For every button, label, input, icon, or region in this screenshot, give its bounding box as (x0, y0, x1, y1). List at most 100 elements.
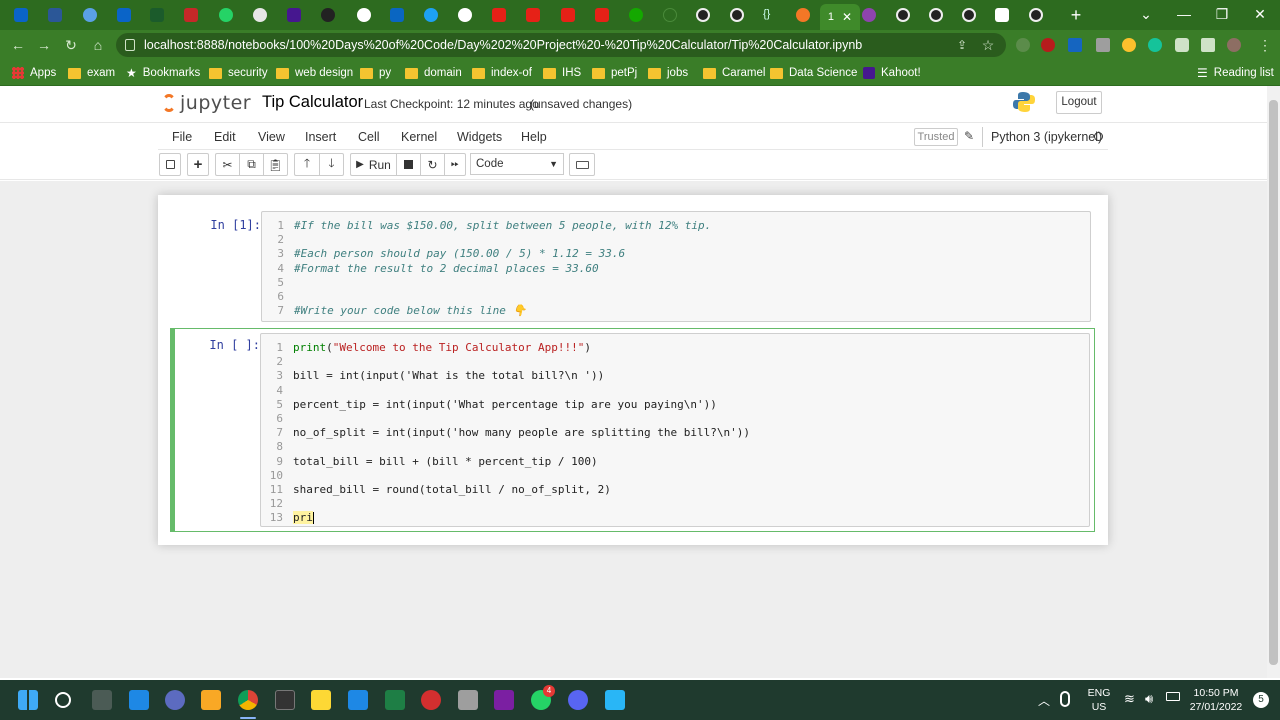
bookmark-caramel[interactable]: Caramel (703, 65, 765, 81)
tab-github[interactable] (315, 4, 341, 26)
media-player-icon[interactable] (421, 690, 441, 710)
close-tab-icon[interactable]: ✕ (842, 10, 852, 24)
code-cell-selected[interactable]: In [ ]: 1 print("Welcome to the Tip Calcu… (170, 328, 1095, 532)
logout-button[interactable]: Logout (1056, 91, 1102, 114)
system-clock[interactable]: 10:50 PM 27/01/2022 (1186, 686, 1246, 714)
scrollbar-thumb[interactable] (1269, 100, 1278, 665)
save-button[interactable] (159, 153, 181, 176)
tab-github-2[interactable] (690, 4, 716, 26)
tab-github-7[interactable] (1023, 4, 1049, 26)
wifi-icon[interactable]: ≋ (1124, 691, 1135, 707)
playlist-icon[interactable] (1201, 38, 1215, 52)
grammarly-icon[interactable] (1148, 38, 1162, 52)
pen-extension-icon[interactable] (1016, 38, 1030, 52)
tab-github-5[interactable] (923, 4, 949, 26)
widgets-icon[interactable] (129, 690, 149, 710)
vscode-icon[interactable] (348, 690, 368, 710)
tab-kahoot[interactable] (281, 4, 307, 26)
bookmark-star-icon[interactable]: ☆ (978, 35, 998, 55)
command-palette-button[interactable] (569, 153, 595, 176)
menu-file[interactable]: File (172, 130, 192, 144)
tab-google[interactable] (351, 4, 377, 26)
onenote-icon[interactable] (494, 690, 514, 710)
menu-edit[interactable]: Edit (214, 130, 236, 144)
close-window-button[interactable]: ✕ (1245, 4, 1275, 24)
cell-input[interactable]: 1 print("Welcome to the Tip Calculator Ap… (260, 333, 1090, 527)
tab-search-icon[interactable]: ⌄ (1131, 4, 1161, 24)
tab-youtube-4[interactable] (589, 4, 615, 26)
bookmark-ihs[interactable]: IHS (543, 65, 581, 81)
home-icon[interactable]: ⌂ (88, 35, 108, 55)
tab-onedrive[interactable] (77, 4, 103, 26)
bookmark-py[interactable]: py (360, 65, 391, 81)
terminal-icon[interactable] (275, 690, 295, 710)
tab-google-2[interactable] (452, 4, 478, 26)
bookmark-kahoot[interactable]: Kahoot! (863, 65, 921, 81)
tab-github-3[interactable] (724, 4, 750, 26)
tab-json[interactable]: {} (757, 4, 783, 26)
notification-count[interactable]: 5 (1253, 692, 1269, 708)
reload-icon[interactable]: ↻ (61, 35, 81, 55)
cell-input[interactable]: 1 #If the bill was $150.00, split between… (261, 211, 1091, 322)
puzzle-icon[interactable] (1175, 38, 1189, 52)
tab-github-6[interactable] (956, 4, 982, 26)
restart-button[interactable]: ↻ (420, 153, 444, 176)
tab-word[interactable] (42, 4, 68, 26)
bookmark-jobs[interactable]: jobs (648, 65, 688, 81)
menu-view[interactable]: View (258, 130, 285, 144)
site-info-icon[interactable] (125, 39, 135, 51)
insert-cell-button[interactable]: + (187, 153, 209, 176)
bookmark-domain[interactable]: domain (405, 65, 462, 81)
kernel-name[interactable]: Python 3 (ipykernel) (982, 127, 1102, 147)
trusted-indicator[interactable]: Trusted (914, 128, 958, 146)
move-down-button[interactable]: 🡓 (319, 153, 344, 176)
tab-wikipedia[interactable] (989, 4, 1015, 26)
file-explorer-icon[interactable] (201, 690, 221, 710)
tab-youtube[interactable] (486, 4, 512, 26)
tab-youtube-3[interactable] (555, 4, 581, 26)
address-bar[interactable]: localhost:8888/notebooks/100%20Days%20of… (116, 33, 1006, 57)
chrome-icon[interactable] (238, 690, 258, 710)
menu-help[interactable]: Help (521, 130, 547, 144)
tab-gmail[interactable] (178, 4, 204, 26)
browser-menu-icon[interactable]: ⋮ (1255, 35, 1275, 55)
language-indicator[interactable]: ENG US (1084, 686, 1114, 714)
tab-messenger[interactable] (247, 4, 273, 26)
extension-icon[interactable] (1122, 38, 1136, 52)
tab-active[interactable]: 1 ✕ (820, 4, 860, 30)
tab-twitter[interactable] (418, 4, 444, 26)
run-button[interactable]: ▶ Run (350, 153, 396, 176)
bookmark-security[interactable]: security (209, 65, 268, 81)
tab-extension[interactable] (856, 4, 882, 26)
tab-loading[interactable] (657, 4, 683, 26)
url-text[interactable]: localhost:8888/notebooks/100%20Days%20of… (144, 38, 862, 52)
notepad-icon[interactable] (605, 690, 625, 710)
bookmark-web-design[interactable]: web design (276, 65, 353, 81)
tab-linkedin[interactable] (384, 4, 410, 26)
tab-outlook-2[interactable] (111, 4, 137, 26)
minimize-button[interactable]: — (1169, 4, 1199, 24)
bookmark-data-science[interactable]: Data Science (770, 65, 857, 81)
avatar[interactable] (1227, 38, 1241, 52)
cut-button[interactable]: ✂ (215, 153, 239, 176)
tab-outlook[interactable] (8, 4, 34, 26)
excel-icon[interactable] (385, 690, 405, 710)
tab-whatsapp[interactable] (213, 4, 239, 26)
tab-drive[interactable] (144, 4, 170, 26)
volume-icon[interactable]: 🔊︎ (1145, 691, 1153, 707)
restart-run-all-button[interactable]: ⏩︎ (444, 153, 466, 176)
jupyter-logo[interactable]: jupyter (162, 92, 251, 114)
task-view-icon[interactable] (92, 690, 112, 710)
notebook-title[interactable]: Tip Calculator (262, 93, 363, 112)
bookmark-petpj[interactable]: petPj (592, 65, 637, 81)
bookmark-bookmarks[interactable]: ★ Bookmarks (126, 65, 200, 81)
back-arrow-icon[interactable]: ← (8, 35, 28, 55)
ublock-icon[interactable] (1041, 38, 1055, 52)
restore-button[interactable]: ❐ (1207, 4, 1237, 24)
interrupt-button[interactable] (396, 153, 420, 176)
menu-widgets[interactable]: Widgets (457, 130, 502, 144)
bookmark-exam[interactable]: exam (68, 65, 115, 81)
bookmark-index-of[interactable]: index-of (472, 65, 532, 81)
edit-pencil-icon[interactable]: ✎ (964, 129, 974, 143)
photos-icon[interactable] (458, 690, 478, 710)
